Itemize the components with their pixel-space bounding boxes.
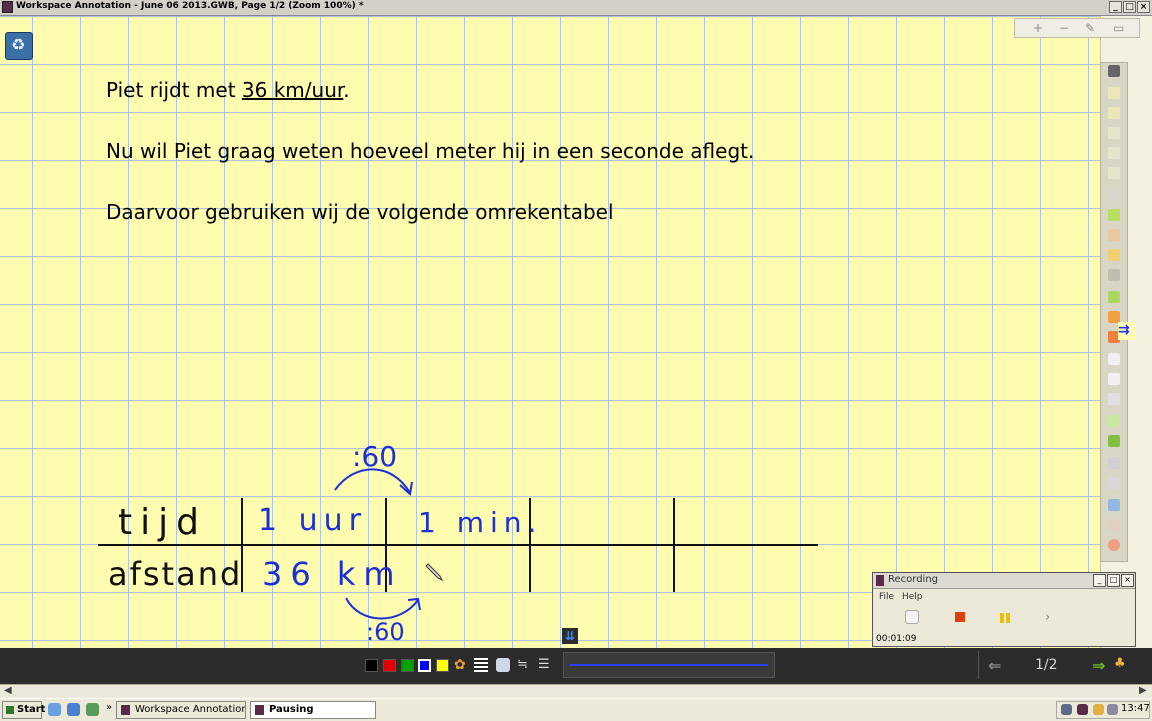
- line-width-icon[interactable]: [474, 658, 488, 672]
- cursor-icon[interactable]: [1108, 167, 1120, 179]
- page-icon[interactable]: [1108, 147, 1120, 159]
- quicklaunch-more-icon[interactable]: »: [106, 702, 112, 713]
- arrow-label-top: :60: [352, 440, 397, 473]
- exit-icon[interactable]: [1108, 539, 1120, 551]
- handwriting-layer: tijd afstand 1 uur 36 km 1 min. :60 :60: [98, 440, 818, 646]
- highlighter-icon[interactable]: [1108, 229, 1120, 241]
- curved-arrow-bottom: [345, 597, 419, 620]
- recorder-icon[interactable]: [1108, 499, 1120, 511]
- ie-icon[interactable]: [48, 703, 61, 716]
- color-red[interactable]: [383, 659, 396, 672]
- arrow-label-bottom: :60: [366, 618, 405, 646]
- clear-icon[interactable]: [1108, 519, 1120, 531]
- collapse-sidebar-icon[interactable]: ⇉: [1118, 322, 1136, 340]
- minimize-button[interactable]: _: [1109, 1, 1122, 13]
- select-icon[interactable]: [1108, 107, 1120, 119]
- previous-page-icon[interactable]: [1108, 415, 1120, 427]
- recording-app-icon: [876, 575, 884, 586]
- previous-page-button[interactable]: ⇐: [988, 656, 1001, 675]
- label-tijd: tijd: [118, 502, 207, 543]
- recording-title-bar[interactable]: Recording _ □ ×: [873, 573, 1135, 589]
- pen-cursor-icon: [425, 563, 444, 582]
- tray-volume-icon[interactable]: [1107, 704, 1118, 715]
- copy-page-icon[interactable]: [1108, 393, 1120, 405]
- scroll-right-icon[interactable]: ▶: [1139, 685, 1147, 696]
- shape-icon[interactable]: [1108, 249, 1120, 261]
- new-page-icon[interactable]: [1108, 373, 1120, 385]
- recording-menu-file[interactable]: File: [879, 592, 894, 602]
- page-indicator: 1/2: [1035, 657, 1058, 673]
- record-button[interactable]: [905, 610, 919, 624]
- recording-title: Recording: [888, 574, 939, 585]
- pointer-icon[interactable]: [1108, 87, 1120, 99]
- rail-top-icon[interactable]: [1108, 65, 1120, 77]
- clock: 13:47: [1121, 703, 1150, 714]
- task-workspace[interactable]: Workspace Annotation - ...: [116, 701, 246, 719]
- tray-network-icon[interactable]: [1061, 704, 1072, 715]
- recording-maximize-button[interactable]: □: [1107, 574, 1120, 587]
- blank-page-icon[interactable]: [1108, 353, 1120, 365]
- recording-close-button[interactable]: ×: [1121, 574, 1134, 587]
- next-page-button[interactable]: ⇒: [1092, 656, 1105, 675]
- cell-1-min: 1 min.: [418, 506, 542, 539]
- recording-time: 00:01:09: [876, 634, 917, 644]
- task-pausing[interactable]: Pausing: [250, 701, 376, 719]
- recording-window[interactable]: Recording _ □ × File Help › 00:01:09: [872, 572, 1136, 647]
- tray-app-icon[interactable]: [1077, 704, 1088, 715]
- cell-36-km: 36 km: [262, 555, 403, 593]
- pen-icon[interactable]: [1108, 209, 1120, 221]
- zoom-icon[interactable]: [1108, 189, 1120, 201]
- fill-icon[interactable]: [1108, 291, 1120, 303]
- recording-menu-help[interactable]: Help: [902, 592, 923, 602]
- maximize-button[interactable]: □: [1123, 1, 1136, 13]
- cell-1-uur: 1 uur: [258, 503, 367, 538]
- label-afstand: afstand: [108, 555, 242, 593]
- play-button[interactable]: ›: [1045, 610, 1059, 625]
- transparency-icon[interactable]: [496, 658, 510, 672]
- line-preview[interactable]: [563, 652, 775, 678]
- tray-shield-icon[interactable]: [1093, 704, 1104, 715]
- color-blue-selected[interactable]: [418, 659, 431, 672]
- palette-icon[interactable]: ✿: [454, 657, 466, 673]
- table-icon[interactable]: [1108, 457, 1120, 469]
- save-icon[interactable]: [1108, 477, 1120, 489]
- recording-minimize-button[interactable]: _: [1093, 574, 1106, 587]
- line-icon[interactable]: [1108, 269, 1120, 281]
- line-style-icon[interactable]: ≒: [517, 657, 528, 672]
- horizontal-scrollbar[interactable]: ◀ ▶: [0, 684, 1152, 699]
- users-icon[interactable]: ♣: [1114, 656, 1126, 671]
- browser-icon[interactable]: [67, 703, 80, 716]
- collapse-toolbar-icon[interactable]: ⇊: [562, 628, 578, 644]
- next-page-icon[interactable]: [1108, 435, 1120, 447]
- taskbar: Start » Workspace Annotation - ... Pausi…: [0, 698, 1152, 721]
- dash-style-icon[interactable]: ☰: [538, 657, 550, 672]
- pause-button[interactable]: [999, 610, 1013, 624]
- divider: [978, 651, 979, 679]
- start-button[interactable]: Start: [2, 701, 45, 719]
- tool-rail: [1100, 62, 1128, 562]
- color-yellow[interactable]: [436, 659, 449, 672]
- page-view-icon[interactable]: ▭: [1113, 21, 1124, 35]
- color-black[interactable]: [365, 659, 378, 672]
- desktop-icon[interactable]: [86, 703, 99, 716]
- color-green[interactable]: [401, 659, 414, 672]
- close-button[interactable]: ×: [1137, 1, 1150, 13]
- scroll-left-icon[interactable]: ◀: [4, 685, 12, 696]
- stop-button[interactable]: [953, 610, 967, 624]
- mouse-icon[interactable]: [1108, 127, 1120, 139]
